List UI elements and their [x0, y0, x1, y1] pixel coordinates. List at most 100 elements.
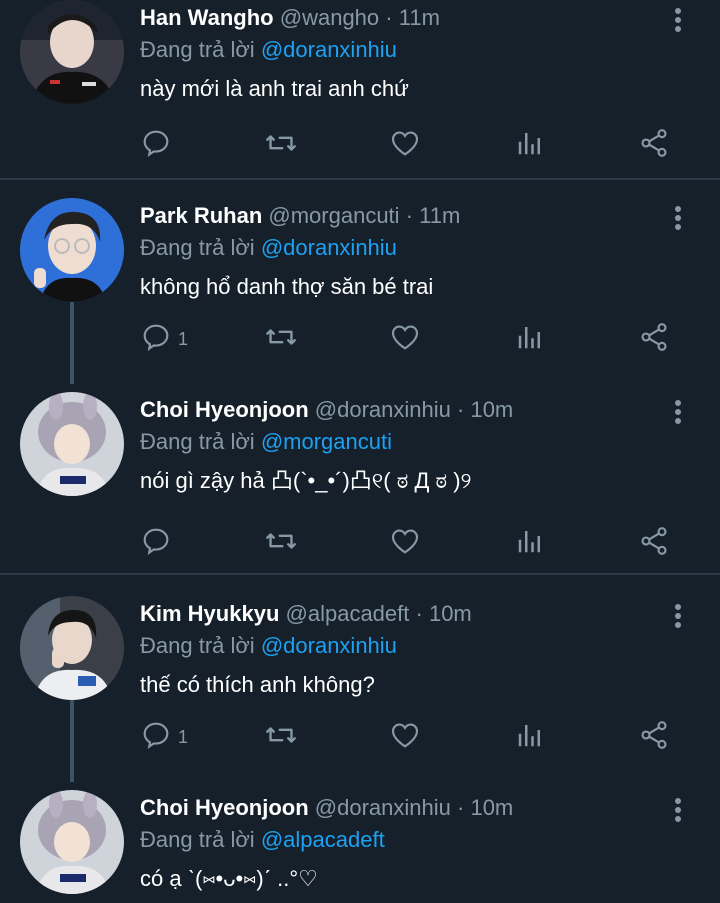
- analytics-button[interactable]: [515, 717, 545, 757]
- timestamp[interactable]: 10m: [470, 795, 513, 820]
- reply-button[interactable]: 1: [140, 319, 188, 359]
- reply-prefix: Đang trả lời: [140, 429, 255, 454]
- share-icon: [638, 127, 670, 164]
- tweet-actions: [0, 125, 720, 165]
- reply-button[interactable]: [140, 523, 178, 563]
- analytics-icon: [515, 719, 545, 756]
- timestamp[interactable]: 10m: [429, 601, 472, 626]
- timestamp[interactable]: 11m: [419, 203, 460, 228]
- display-name[interactable]: Kim Hyukkyu: [140, 601, 279, 626]
- divider: [0, 178, 720, 180]
- analytics-button[interactable]: [515, 125, 545, 165]
- display-name[interactable]: Choi Hyeonjoon: [140, 397, 309, 422]
- reply-context: Đang trả lời @doranxinhiu: [140, 632, 397, 660]
- like-button[interactable]: [389, 523, 421, 563]
- reply-mention-link[interactable]: @doranxinhiu: [261, 235, 397, 260]
- avatar[interactable]: [20, 0, 124, 104]
- separator-dot: ·: [457, 795, 465, 820]
- analytics-icon: [515, 321, 545, 358]
- avatar[interactable]: [20, 596, 124, 700]
- tweet[interactable]: Kim Hyukkyu @alpacadeft · 10m Đang trả l…: [0, 596, 720, 772]
- tweet[interactable]: Park Ruhan @morgancuti · 11m Đang trả lờ…: [0, 198, 720, 374]
- share-button[interactable]: [638, 125, 670, 165]
- reply-icon: [140, 719, 172, 756]
- like-button[interactable]: [389, 717, 421, 757]
- like-button[interactable]: [389, 125, 421, 165]
- reply-icon: [140, 127, 172, 164]
- reply-mention-link[interactable]: @alpacadeft: [261, 827, 385, 852]
- reply-icon: [140, 321, 172, 358]
- user-handle[interactable]: @doranxinhiu: [315, 397, 451, 422]
- share-icon: [638, 719, 670, 756]
- reply-context: Đang trả lời @doranxinhiu: [140, 36, 397, 64]
- avatar[interactable]: [20, 198, 124, 302]
- retweet-button[interactable]: [264, 523, 298, 563]
- display-name[interactable]: Choi Hyeonjoon: [140, 795, 309, 820]
- retweet-button[interactable]: [264, 319, 298, 359]
- more-options-icon[interactable]: [666, 202, 690, 234]
- share-button[interactable]: [638, 319, 670, 359]
- tweet-header: Kim Hyukkyu @alpacadeft · 10m: [140, 600, 472, 628]
- user-handle[interactable]: @wangho: [280, 5, 379, 30]
- tweet-header: Choi Hyeonjoon @doranxinhiu · 10m: [140, 794, 513, 822]
- tweet[interactable]: Choi Hyeonjoon @doranxinhiu · 10m Đang t…: [0, 392, 720, 574]
- share-button[interactable]: [638, 717, 670, 757]
- analytics-button[interactable]: [515, 523, 545, 563]
- reply-mention-link[interactable]: @doranxinhiu: [261, 633, 397, 658]
- tweet-actions: 1: [0, 717, 720, 757]
- reply-context: Đang trả lời @morgancuti: [140, 428, 392, 456]
- more-options-icon[interactable]: [666, 794, 690, 826]
- display-name[interactable]: Han Wangho: [140, 5, 274, 30]
- share-button[interactable]: [638, 523, 670, 563]
- more-options-icon[interactable]: [666, 396, 690, 428]
- divider: [0, 573, 720, 575]
- analytics-icon: [515, 525, 545, 562]
- avatar[interactable]: [20, 392, 124, 496]
- tweet[interactable]: Han Wangho @wangho · 11m Đang trả lời @d…: [0, 0, 720, 180]
- user-handle[interactable]: @doranxinhiu: [315, 795, 451, 820]
- reply-button[interactable]: 1: [140, 717, 188, 757]
- tweet-text: thế có thích anh không?: [140, 672, 375, 697]
- separator-dot: ·: [385, 5, 393, 30]
- tweet-text: có ạ ˋ(⑅•ᴗ•⑅)ˊ ..°♡: [140, 866, 318, 891]
- user-handle[interactable]: @morgancuti: [268, 203, 399, 228]
- separator-dot: ·: [457, 397, 465, 422]
- retweet-icon: [264, 321, 298, 358]
- tweet-text: nói gì zậy hả 凸(`•_•´)凸୧( ಠ Д ಠ )୨: [140, 468, 472, 493]
- like-icon: [389, 525, 421, 562]
- reply-prefix: Đang trả lời: [140, 633, 255, 658]
- like-button[interactable]: [389, 319, 421, 359]
- reply-context: Đang trả lời @alpacadeft: [140, 826, 385, 854]
- separator-dot: ·: [415, 601, 423, 626]
- reply-prefix: Đang trả lời: [140, 827, 255, 852]
- analytics-button[interactable]: [515, 319, 545, 359]
- tweet-actions: [0, 523, 720, 563]
- retweet-icon: [264, 719, 298, 756]
- avatar[interactable]: [20, 790, 124, 894]
- retweet-button[interactable]: [264, 125, 298, 165]
- retweet-icon: [264, 127, 298, 164]
- tweet-header: Han Wangho @wangho · 11m: [140, 4, 440, 32]
- retweet-button[interactable]: [264, 717, 298, 757]
- tweet-actions: 1: [0, 319, 720, 359]
- share-icon: [638, 321, 670, 358]
- analytics-icon: [515, 127, 545, 164]
- like-icon: [389, 719, 421, 756]
- separator-dot: ·: [405, 203, 414, 228]
- retweet-icon: [264, 525, 298, 562]
- timestamp[interactable]: 11m: [399, 5, 440, 30]
- reply-icon: [140, 525, 172, 562]
- tweet[interactable]: Choi Hyeonjoon @doranxinhiu · 10m Đang t…: [0, 790, 720, 903]
- more-options-icon[interactable]: [666, 600, 690, 632]
- tweet-header: Choi Hyeonjoon @doranxinhiu · 10m: [140, 396, 513, 424]
- user-handle[interactable]: @alpacadeft: [286, 601, 410, 626]
- reply-mention-link[interactable]: @morgancuti: [261, 429, 392, 454]
- display-name[interactable]: Park Ruhan: [140, 203, 262, 228]
- more-options-icon[interactable]: [666, 4, 690, 36]
- reply-prefix: Đang trả lời: [140, 37, 255, 62]
- reply-mention-link[interactable]: @doranxinhiu: [261, 37, 397, 62]
- reply-prefix: Đang trả lời: [140, 235, 255, 260]
- reply-button[interactable]: [140, 125, 178, 165]
- tweet-header: Park Ruhan @morgancuti · 11m: [140, 202, 460, 230]
- timestamp[interactable]: 10m: [470, 397, 513, 422]
